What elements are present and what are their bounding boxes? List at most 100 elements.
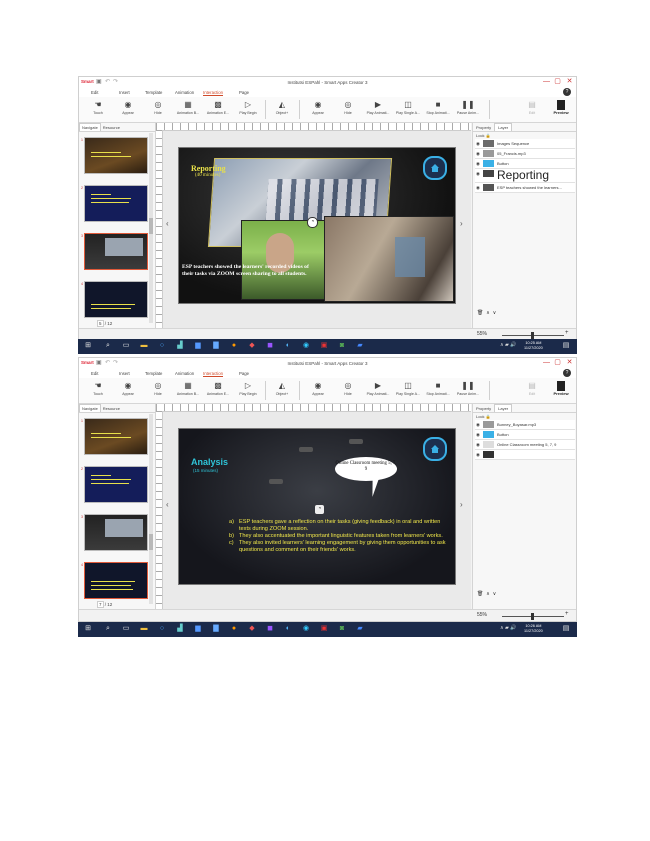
minimize-button[interactable]: — xyxy=(542,78,551,86)
page-thumbnail-selected[interactable]: 4 xyxy=(81,562,148,599)
layer-row[interactable]: ◉ xyxy=(475,450,575,460)
store-icon[interactable]: ▇ xyxy=(212,342,220,350)
mail-icon[interactable]: ▆ xyxy=(194,342,202,350)
layer-up-icon[interactable]: ∧ xyxy=(486,310,490,316)
help-icon[interactable]: ? xyxy=(563,369,571,377)
play-begin-button[interactable]: ▷ Play Begin xyxy=(235,380,261,401)
current-page-input[interactable]: 5 xyxy=(97,320,104,327)
minimize-button[interactable]: — xyxy=(542,359,551,367)
word-icon[interactable]: ▰ xyxy=(356,625,364,633)
menu-template[interactable]: Template xyxy=(145,371,162,376)
maximize-button[interactable]: ▢ xyxy=(553,78,562,86)
menu-page[interactable]: Page xyxy=(239,90,249,95)
menu-animation[interactable]: Animation xyxy=(175,90,194,95)
notification-icon[interactable]: ▤ xyxy=(562,625,570,633)
photos-icon[interactable]: ▟ xyxy=(176,625,184,633)
app-icon-2[interactable]: ◙ xyxy=(338,625,346,633)
browser-icon[interactable]: ◉ xyxy=(302,342,310,350)
button-icon[interactable]: ◔ xyxy=(315,505,324,514)
chrome-icon[interactable]: ● xyxy=(230,625,238,633)
edit-button[interactable]: ▤ Edit xyxy=(519,380,545,401)
close-button[interactable]: ✕ xyxy=(565,359,574,367)
touch-button[interactable]: ☚ Touch xyxy=(85,99,111,120)
help-icon[interactable]: ? xyxy=(563,88,571,96)
visibility-icon[interactable]: ◉ xyxy=(476,141,480,147)
mail-icon[interactable]: ▆ xyxy=(194,625,202,633)
layer-row[interactable]: ◉ Button xyxy=(475,430,575,440)
search-icon[interactable]: ⌕ xyxy=(104,342,112,350)
page-thumbnail[interactable]: 1 xyxy=(81,137,148,174)
zoom-slider-handle[interactable] xyxy=(531,332,534,339)
home-button[interactable] xyxy=(423,156,447,180)
visibility-icon[interactable]: ◉ xyxy=(476,161,480,167)
layer-row[interactable]: ◉ Images Sequence xyxy=(475,139,575,149)
onenote-icon[interactable]: ◼ xyxy=(266,625,274,633)
edit-button[interactable]: ▤ Edit xyxy=(519,99,545,120)
play-animation-button[interactable]: ▶ Play Animati... xyxy=(365,99,391,120)
onenote-icon[interactable]: ◼ xyxy=(266,342,274,350)
menu-insert[interactable]: Insert xyxy=(119,371,130,376)
layer-row[interactable]: ◉ Bunney_Boyasar.mp3 xyxy=(475,420,575,430)
slide-canvas[interactable]: Reporting (40 minutes) ESP teachers show… xyxy=(178,147,456,304)
visibility-icon[interactable]: ◉ xyxy=(476,185,480,191)
slide-canvas[interactable]: Analysis (15 minutes) Online Classroom m… xyxy=(178,428,456,585)
layer-down-icon[interactable]: ∨ xyxy=(493,310,497,316)
edge-icon[interactable]: ◐ xyxy=(284,342,292,350)
page-thumbnail[interactable]: 1 xyxy=(81,418,148,455)
menu-animation[interactable]: Animation xyxy=(175,371,194,376)
visibility-icon[interactable]: ◉ xyxy=(476,452,480,458)
object-button[interactable]: ◭ Object+ xyxy=(269,99,295,120)
cortana-icon[interactable]: ○ xyxy=(158,625,166,633)
hide-button[interactable]: ◎ Hide xyxy=(145,99,171,120)
touch-button[interactable]: ☚ Touch xyxy=(85,380,111,401)
page-thumbnail[interactable]: 3 xyxy=(81,514,148,551)
task-view-icon[interactable]: ▭ xyxy=(122,342,130,350)
lock-icon[interactable]: 🔒 xyxy=(486,414,491,419)
layer-row[interactable]: ◉ Online Classroom meeting 5, 7, 9 xyxy=(475,440,575,450)
menu-edit[interactable]: Edit xyxy=(91,371,98,376)
page-thumbnail[interactable]: 4 xyxy=(81,281,148,318)
sequence-icon[interactable]: ◔ xyxy=(307,217,318,228)
page-thumbnail[interactable]: 2 xyxy=(81,466,148,503)
home-button[interactable] xyxy=(423,437,447,461)
layer-row[interactable]: ◉ Button xyxy=(475,159,575,169)
maximize-button[interactable]: ▢ xyxy=(553,359,562,367)
appear-button-2[interactable]: ◉ Appear xyxy=(305,380,331,401)
menu-interaction[interactable]: Interaction xyxy=(203,371,224,377)
close-button[interactable]: ✕ xyxy=(565,78,574,86)
speech-bubble[interactable]: Online Classroom meeting 5, 7, 9 xyxy=(335,457,397,481)
menu-page[interactable]: Page xyxy=(239,371,249,376)
visibility-icon[interactable]: ◉ xyxy=(476,442,480,448)
scroll-thumb[interactable] xyxy=(149,534,153,550)
layer-up-icon[interactable]: ∧ xyxy=(486,591,490,597)
prev-page-arrow[interactable]: ‹ xyxy=(166,500,169,509)
lock-icon[interactable]: 🔒 xyxy=(486,133,491,138)
delete-layer-icon[interactable]: 🗑 xyxy=(477,310,483,316)
play-single-button[interactable]: ◫ Play Single A... xyxy=(395,380,421,401)
page-thumbnail-selected[interactable]: 3 xyxy=(81,233,148,270)
system-tray[interactable]: ∧ ▰ 🔊 xyxy=(500,625,517,631)
visibility-icon[interactable]: ◉ xyxy=(476,432,480,438)
visibility-icon[interactable]: ◉ xyxy=(476,422,480,428)
play-animation-button[interactable]: ▶ Play Animati... xyxy=(365,380,391,401)
zoom-video-photo[interactable] xyxy=(241,220,325,300)
search-icon[interactable]: ⌕ xyxy=(104,625,112,633)
windows-start-icon[interactable]: ⊞ xyxy=(84,625,92,633)
zoom-slider-handle[interactable] xyxy=(531,613,534,620)
hide-button-2[interactable]: ◎ Hide xyxy=(335,99,361,120)
next-page-arrow[interactable]: › xyxy=(460,500,463,509)
tab-resource[interactable]: Resource xyxy=(101,124,122,131)
visibility-icon[interactable]: ◉ xyxy=(476,151,480,157)
appear-button[interactable]: ◉ Appear xyxy=(115,380,141,401)
zoom-in-icon[interactable]: + xyxy=(565,611,569,617)
menu-edit[interactable]: Edit xyxy=(91,90,98,95)
object-button[interactable]: ◭ Object+ xyxy=(269,380,295,401)
next-page-arrow[interactable]: › xyxy=(460,219,463,228)
layer-row[interactable]: ◉ 05_Francis.mp3 xyxy=(475,149,575,159)
stop-animation-button[interactable]: ■ Stop Animati... xyxy=(425,99,451,120)
store-icon[interactable]: ▇ xyxy=(212,625,220,633)
delete-layer-icon[interactable]: 🗑 xyxy=(477,591,483,597)
play-begin-button[interactable]: ▷ Play Begin xyxy=(235,99,261,120)
file-explorer-icon[interactable]: ▬ xyxy=(140,625,148,633)
scroll-thumb[interactable] xyxy=(149,218,153,234)
